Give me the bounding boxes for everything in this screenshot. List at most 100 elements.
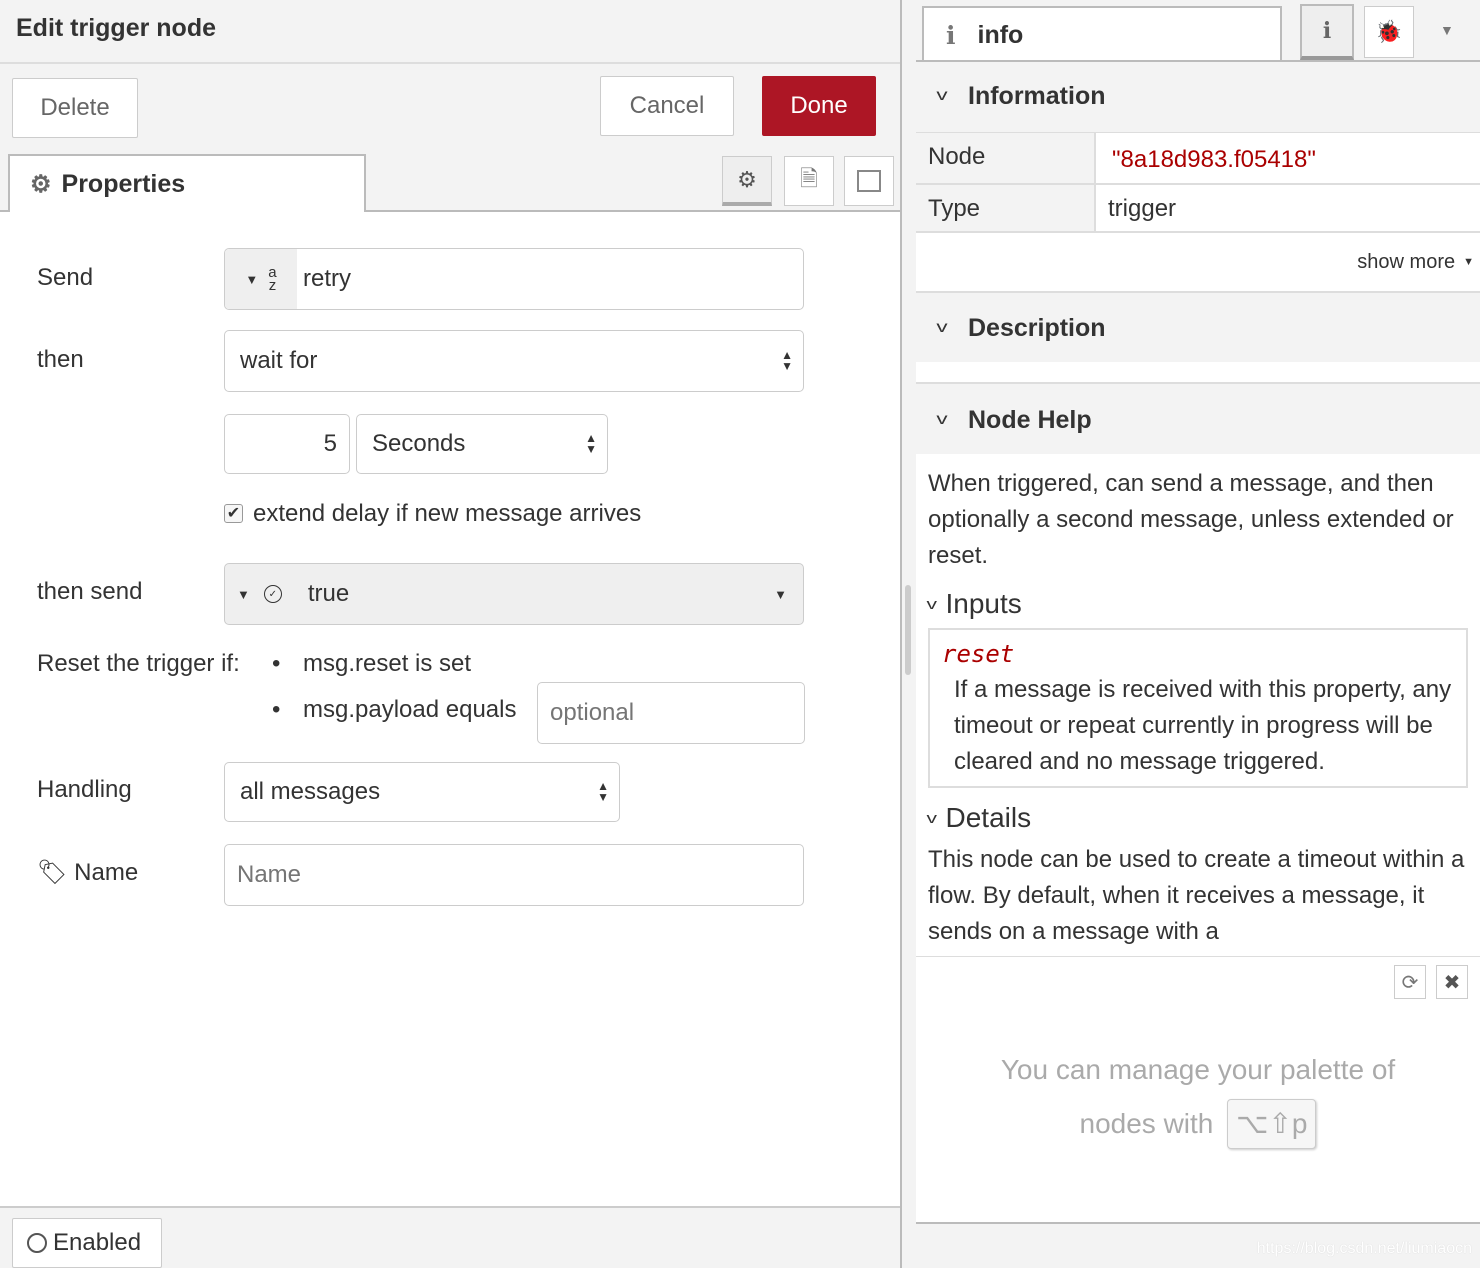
cancel-button[interactable]: Cancel (600, 76, 734, 136)
splitter-handle[interactable] (905, 585, 911, 675)
select-arrows-icon: ▲ ▼ (781, 348, 793, 373)
divider (0, 62, 900, 64)
heading-text: Details (945, 802, 1032, 833)
info-tab-button[interactable]: i (1300, 4, 1354, 60)
delay-unit-select[interactable]: Seconds ▲ ▼ (356, 414, 608, 474)
send-value: retry (303, 265, 351, 292)
delay-input[interactable]: 5 (224, 414, 350, 474)
delete-button[interactable]: Delete (12, 78, 138, 138)
keyboard-shortcut: ⌥⇧p (1227, 1099, 1317, 1149)
section-title: Description (968, 313, 1106, 342)
handling-select[interactable]: all messages ▲ ▼ (224, 762, 620, 822)
heading-text: Inputs (945, 588, 1022, 619)
send-label: Send (37, 264, 94, 291)
input-property-box: reset If a message is received with this… (928, 628, 1468, 788)
properties-view-button[interactable]: ⚙ (722, 156, 772, 206)
handling-value: all messages (240, 778, 381, 805)
row-key: Type (916, 185, 1096, 231)
description-body (916, 362, 1480, 384)
section-title: Node Help (968, 405, 1092, 434)
caret-down-icon: ▼ (245, 271, 259, 287)
table-row: Node "8a18d983.f05418" (916, 133, 1480, 185)
info-icon: i (1322, 18, 1332, 44)
watermark: https://blog.csdn.net/liumiaocn (1256, 1240, 1472, 1257)
editor-title: Edit trigger node (16, 14, 216, 42)
reset-item: msg.payload equals (303, 696, 517, 723)
name-label-wrap: 🏷 Name (37, 858, 138, 887)
delay-unit-value: Seconds (372, 430, 466, 457)
show-more-link[interactable]: show more (1357, 251, 1455, 274)
description-header[interactable]: v Description (916, 294, 1480, 362)
then-select[interactable]: wait for ▲ ▼ (224, 330, 804, 392)
chevron-down-icon: v (926, 595, 938, 613)
gear-icon: ⚙ (30, 170, 52, 198)
gear-icon: ⚙ (737, 166, 757, 192)
send-input[interactable]: ▼ az retry (224, 248, 804, 310)
select-arrows-icon: ▲ ▼ (585, 431, 597, 456)
info-table: Node "8a18d983.f05418" Type trigger show… (916, 132, 1480, 293)
refresh-icon: ⟳ (1401, 971, 1419, 994)
show-more-row: show more ▼ (916, 233, 1480, 293)
document-icon: 🗎 (800, 166, 818, 191)
layers-icon (857, 170, 881, 192)
tag-icon: 🏷 (37, 859, 68, 886)
tip-line: You can manage your palette of (1000, 1054, 1396, 1085)
bug-icon: 🐞 (1375, 19, 1403, 44)
string-type-icon: az (268, 264, 277, 294)
extend-label: extend delay if new message arrives (253, 500, 642, 527)
footer-divider (0, 1206, 900, 1208)
panel-splitter[interactable] (900, 0, 902, 1268)
circle-icon (27, 1233, 47, 1253)
appearance-view-button[interactable] (844, 156, 894, 206)
caret-down-icon: ▼ (1463, 256, 1474, 268)
extend-checkbox[interactable]: ✔ (224, 504, 243, 523)
information-header[interactable]: v Information (916, 62, 1480, 130)
node-help-header[interactable]: v Node Help (916, 386, 1480, 454)
debug-tab-button[interactable]: 🐞 (1364, 6, 1414, 58)
enabled-toggle[interactable]: Enabled (12, 1218, 162, 1268)
details-heading: v Details (927, 802, 1468, 834)
type-selector[interactable]: ▼ az (225, 249, 297, 309)
then-send-value: true (307, 580, 350, 607)
enabled-label: Enabled (53, 1229, 142, 1256)
node-help-body: When triggered, can send a message, and … (916, 454, 1480, 956)
select-arrows-icon: ▲ ▼ (597, 779, 609, 804)
info-icon: i (946, 20, 956, 50)
sidebar-menu-caret-icon[interactable]: ▼ (1440, 22, 1454, 38)
input-property-name: reset (942, 640, 1015, 668)
then-send-label: then send (37, 578, 143, 605)
sidebar-tab-info[interactable]: i info (922, 6, 1282, 62)
then-value: wait for (240, 347, 318, 374)
name-label: Name (74, 859, 139, 886)
help-intro: When triggered, can send a message, and … (928, 470, 1454, 569)
delay-value: 5 (323, 430, 337, 457)
tip-line-text: nodes with (1079, 1108, 1214, 1139)
table-row: Type trigger (916, 185, 1480, 233)
tab-label: info (977, 20, 1024, 49)
inputs-heading: v Inputs (926, 588, 1468, 620)
payload-equals-input[interactable] (537, 682, 805, 744)
tip-line: nodes with ⌥⇧p (916, 1097, 1480, 1151)
caret-down-icon: ▼ (237, 586, 250, 602)
handling-label: Handling (37, 776, 132, 803)
details-text: This node can be used to create a timeou… (928, 846, 1465, 945)
then-send-input[interactable]: ▼ ✓ true ▼ (224, 563, 804, 625)
palette-tip-panel: ⟳ ✖ You can manage your palette of nodes… (916, 956, 1480, 1224)
done-button[interactable]: Done (762, 76, 876, 136)
name-input[interactable] (224, 844, 804, 906)
reset-bullet: • (272, 696, 281, 723)
row-value: "8a18d983.f05418" (1112, 146, 1316, 173)
caret-down-icon: ▼ (774, 586, 787, 602)
reset-item: msg.reset is set (303, 650, 472, 677)
refresh-tip-button[interactable]: ⟳ (1394, 965, 1426, 999)
close-icon: ✖ (1443, 971, 1461, 994)
boolean-type-icon: ✓ (263, 585, 282, 603)
tab-properties[interactable]: ⚙ Properties (8, 154, 366, 212)
tab-label: Properties (61, 169, 186, 198)
section-title: Information (968, 81, 1106, 110)
row-key: Node (916, 133, 1096, 183)
input-property-desc: If a message is received with this prope… (954, 676, 1452, 775)
reset-label: Reset the trigger if: (37, 650, 240, 677)
description-view-button[interactable]: 🗎 (784, 156, 834, 206)
close-tip-button[interactable]: ✖ (1436, 965, 1468, 999)
